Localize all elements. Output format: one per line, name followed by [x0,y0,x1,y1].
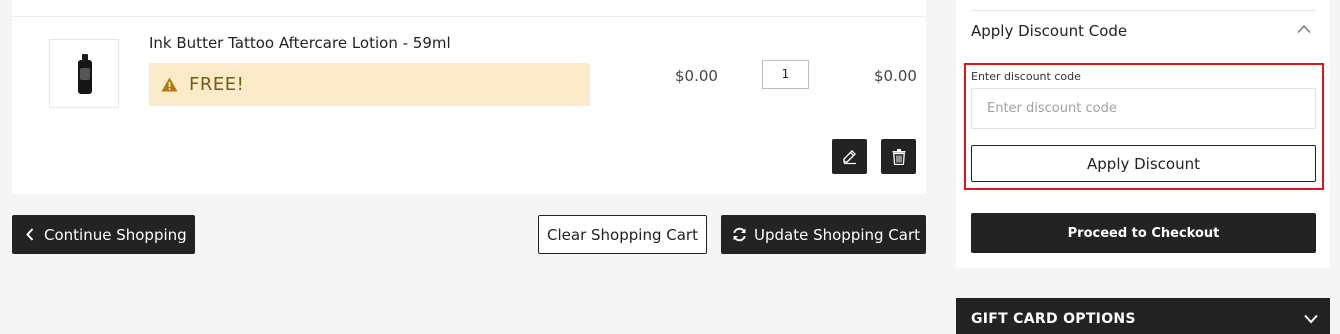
clear-cart-label: Clear Shopping Cart [547,225,698,244]
discount-code-input[interactable] [971,88,1316,129]
gift-card-options-title: GIFT CARD OPTIONS [971,311,1136,327]
edit-item-button[interactable] [832,139,867,174]
continue-shopping-button[interactable]: Continue Shopping [12,215,195,254]
item-subtotal: $0.00 [874,67,917,85]
divider [971,10,1316,11]
free-notice-text: FREE! [189,74,245,95]
edit-icon [842,149,856,164]
trash-icon [892,148,905,165]
refresh-icon [733,227,746,242]
bottle-image [78,54,92,94]
cart-item-panel: Ink Butter Tattoo Aftercare Lotion - 59m… [12,0,926,194]
update-cart-label: Update Shopping Cart [754,225,921,244]
divider [12,16,926,17]
apply-discount-button[interactable]: Apply Discount [971,145,1316,182]
product-name[interactable]: Ink Butter Tattoo Aftercare Lotion - 59m… [149,34,451,52]
delete-item-button[interactable] [881,139,916,174]
gift-card-options-header[interactable]: GIFT CARD OPTIONS [956,298,1330,334]
quantity-input[interactable]: 1 [762,60,809,89]
order-summary-panel: Apply Discount Code Enter discount code … [956,0,1330,268]
warning-icon [161,77,178,92]
item-price: $0.00 [675,67,718,85]
chevron-down-icon [1304,314,1318,324]
chevron-up-icon[interactable] [1297,24,1311,34]
proceed-to-checkout-button[interactable]: Proceed to Checkout [971,213,1316,253]
discount-section-title[interactable]: Apply Discount Code [971,22,1127,40]
continue-shopping-label: Continue Shopping [44,225,187,244]
free-notice: FREE! [149,63,590,106]
discount-field-label: Enter discount code [971,70,1081,83]
clear-cart-button[interactable]: Clear Shopping Cart [538,215,707,254]
chevron-left-icon [26,228,34,241]
update-cart-button[interactable]: Update Shopping Cart [721,215,926,254]
product-thumbnail[interactable] [49,39,119,108]
